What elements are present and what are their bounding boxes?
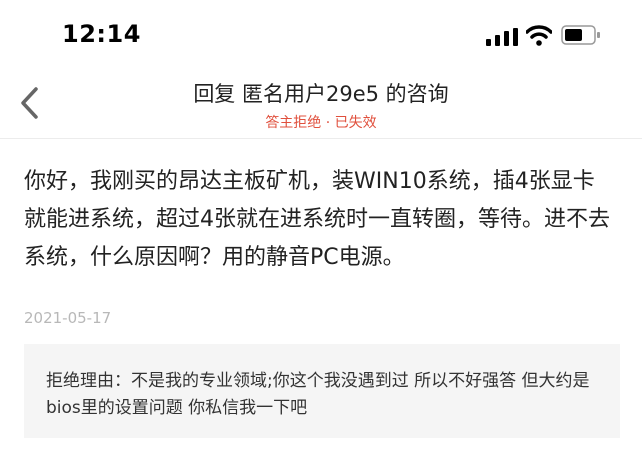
battery-icon <box>561 25 600 45</box>
nav-bar: 回复 匿名用户29e5 的咨询 答主拒绝 · 已失效 <box>0 72 642 139</box>
question-date: 2021-05-17 <box>24 309 112 327</box>
status-bar: 12:14 <box>0 0 642 72</box>
rejection-reason-box: 拒绝理由：不是我的专业领域;你这个我没遇到过 所以不好强答 但大约是bios里的… <box>24 344 620 438</box>
status-label: 答主拒绝 · 已失效 <box>265 115 377 131</box>
question-text: 你好，我刚买的昂达主板矿机，装WIN10系统，插4张显卡就能进系统，超过4张就在… <box>24 169 610 270</box>
wifi-icon <box>526 25 552 46</box>
status-time: 12:14 <box>62 20 141 48</box>
cellular-signal-icon <box>486 28 518 46</box>
page-title: 回复 匿名用户29e5 的咨询 <box>193 82 449 106</box>
rejection-reason-text: 拒绝理由：不是我的专业领域;你这个我没遇到过 所以不好强答 但大约是bios里的… <box>46 371 590 418</box>
